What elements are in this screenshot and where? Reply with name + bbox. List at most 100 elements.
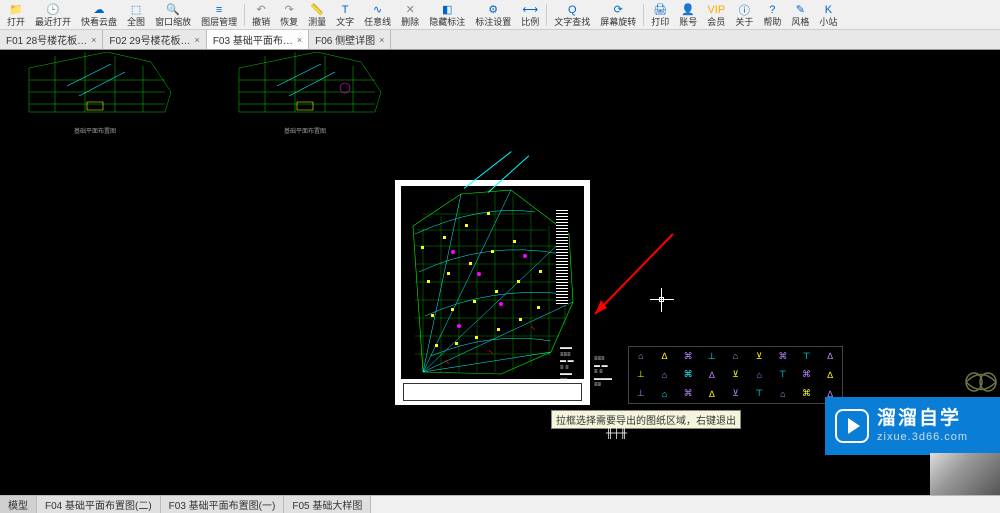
close-icon[interactable]: × bbox=[297, 35, 302, 45]
quick-cloud-label: 快看云盘 bbox=[81, 18, 117, 27]
layout-tab[interactable]: F05 基础大样图 bbox=[284, 496, 371, 513]
watermark-url: zixue.3d66.com bbox=[877, 431, 968, 444]
find-text-label: 文字查找 bbox=[554, 18, 590, 27]
recent-label: 最近打开 bbox=[35, 18, 71, 27]
help-button[interactable]: ?帮助 bbox=[758, 0, 786, 29]
close-icon[interactable]: × bbox=[91, 35, 96, 45]
rotate-button[interactable]: ⟳屏幕旋转 bbox=[595, 0, 641, 29]
style-button[interactable]: ✎风格 bbox=[786, 0, 814, 29]
tab-label: F01 28号楼花板… bbox=[6, 32, 87, 47]
open-label: 打开 bbox=[7, 18, 25, 27]
style-label: 风格 bbox=[791, 18, 809, 27]
redo-icon: ↷ bbox=[282, 3, 296, 17]
vip-label: 会员 bbox=[707, 18, 725, 27]
site-icon: K bbox=[821, 3, 835, 17]
document-tab[interactable]: F01 28号楼花板… × bbox=[0, 30, 103, 49]
document-tab[interactable]: F02 29号楼花板… × bbox=[103, 30, 206, 49]
hide-annot-icon: ◧ bbox=[440, 3, 454, 17]
account-label: 账号 bbox=[679, 18, 697, 27]
corner-photo bbox=[930, 453, 1000, 495]
detail-legend-grid: ⌂∆⌘ ⊥⌂⊻ ⌘⊤∆ ⊥⌂⌘ ∆⊻⌂ ⊤⌘∆ ⊥⌂⌘ ∆⊻⊤ ⌂⌘∆ bbox=[628, 346, 843, 404]
window-zoom-label: 窗口缩放 bbox=[155, 18, 191, 27]
main-toolbar: 📁打开🕒最近打开☁快看云盘⬚全图🔍窗口缩放≡图层管理↶撤销↷恢复📏测量T文字∿任… bbox=[0, 0, 1000, 30]
help-label: 帮助 bbox=[763, 18, 781, 27]
window-zoom-icon: 🔍 bbox=[166, 3, 180, 17]
about-button[interactable]: ⓘ关于 bbox=[730, 0, 758, 29]
layout-tabs: 模型F04 基础平面布置图(二)F03 基础平面布置图(一)F05 基础大样图 bbox=[0, 495, 1000, 513]
rotate-label: 屏幕旋转 bbox=[600, 18, 636, 27]
delete-icon: ✕ bbox=[403, 3, 417, 17]
tab-label: F03 基础平面布… bbox=[213, 32, 293, 47]
full-view-icon: ⬚ bbox=[129, 3, 143, 17]
rotate-icon: ⟳ bbox=[611, 3, 625, 17]
delete-button[interactable]: ✕删除 bbox=[396, 0, 424, 29]
scale-label: 比例 bbox=[521, 18, 539, 27]
account-button[interactable]: 👤账号 bbox=[674, 0, 702, 29]
knot-icon bbox=[962, 369, 1000, 395]
watermark-title: 溜溜自学 bbox=[877, 408, 968, 431]
print-button[interactable]: 🖨打印 bbox=[646, 0, 674, 29]
measure-button[interactable]: 📏测量 bbox=[303, 0, 331, 29]
layout-tab[interactable]: F04 基础平面布置图(二) bbox=[37, 496, 161, 513]
text-button[interactable]: T文字 bbox=[331, 0, 359, 29]
vip-button[interactable]: VIP会员 bbox=[702, 0, 730, 29]
toolbar-separator bbox=[546, 4, 547, 26]
open-icon: 📁 bbox=[9, 3, 23, 17]
polyline-button[interactable]: ∿任意线 bbox=[359, 0, 396, 29]
polyline-label: 任意线 bbox=[364, 18, 391, 27]
hide-annot-button[interactable]: ◧隐藏标注 bbox=[424, 0, 470, 29]
tab-label: F02 29号楼花板… bbox=[109, 32, 190, 47]
annotation-arrow bbox=[585, 228, 675, 328]
cad-cursor bbox=[650, 288, 674, 312]
find-text-icon: Q bbox=[565, 3, 579, 17]
about-label: 关于 bbox=[735, 18, 753, 27]
undo-icon: ↶ bbox=[254, 3, 268, 17]
full-view-label: 全图 bbox=[127, 18, 145, 27]
thumb-title-1: 基础平面布置图 bbox=[74, 126, 116, 135]
about-icon: ⓘ bbox=[737, 3, 751, 17]
print-icon: 🖨 bbox=[653, 3, 667, 17]
quick-cloud-button[interactable]: ☁快看云盘 bbox=[76, 0, 122, 29]
undo-button[interactable]: ↶撤销 bbox=[247, 0, 275, 29]
site-label: 小站 bbox=[819, 18, 837, 27]
hide-annot-label: 隐藏标注 bbox=[429, 18, 465, 27]
site-button[interactable]: K小站 bbox=[814, 0, 842, 29]
sheet-titleblock bbox=[403, 383, 582, 401]
toolbar-separator bbox=[244, 4, 245, 26]
close-icon[interactable]: × bbox=[195, 35, 200, 45]
annot-set-button[interactable]: ⚙标注设置 bbox=[470, 0, 516, 29]
thumb-plan-1: 基础平面布置图 bbox=[15, 52, 175, 135]
window-zoom-button[interactable]: 🔍窗口缩放 bbox=[150, 0, 196, 29]
recent-button[interactable]: 🕒最近打开 bbox=[30, 0, 76, 29]
toolbar-separator bbox=[643, 4, 644, 26]
measure-icon: 📏 bbox=[310, 3, 324, 17]
scale-button[interactable]: ⟷比例 bbox=[516, 0, 544, 29]
redo-button[interactable]: ↷恢复 bbox=[275, 0, 303, 29]
close-icon[interactable]: × bbox=[379, 35, 384, 45]
annot-set-icon: ⚙ bbox=[486, 3, 500, 17]
document-tab[interactable]: F06 侧壁详图× bbox=[309, 30, 391, 49]
document-tabs: F01 28号楼花板…×F02 29号楼花板…×F03 基础平面布…×F06 侧… bbox=[0, 30, 1000, 50]
print-label: 打印 bbox=[651, 18, 669, 27]
annot-set-label: 标注设置 bbox=[475, 18, 511, 27]
style-icon: ✎ bbox=[793, 3, 807, 17]
layout-tab[interactable]: F03 基础平面布置图(一) bbox=[161, 496, 285, 513]
redo-label: 恢复 bbox=[280, 18, 298, 27]
document-tab[interactable]: F03 基础平面布… × bbox=[207, 30, 309, 49]
full-view-button[interactable]: ⬚全图 bbox=[122, 0, 150, 29]
cad-canvas[interactable]: 基础平面布置图 基础平面布置图 bbox=[0, 50, 1000, 495]
account-icon: 👤 bbox=[681, 3, 695, 17]
polyline-icon: ∿ bbox=[371, 3, 385, 17]
open-button[interactable]: 📁打开 bbox=[2, 0, 30, 29]
layer-mgr-label: 图层管理 bbox=[201, 18, 237, 27]
text-label: 文字 bbox=[336, 18, 354, 27]
layer-mgr-icon: ≡ bbox=[212, 3, 226, 17]
thumb-title-2: 基础平面布置图 bbox=[284, 126, 326, 135]
vip-icon: VIP bbox=[709, 3, 723, 17]
legend-text-2: ≡≡≡▬ ▬≡ ≡▬▬▬≡≡ bbox=[594, 356, 630, 389]
scale-icon: ⟷ bbox=[523, 3, 537, 17]
layout-tab[interactable]: 模型 bbox=[0, 496, 37, 513]
layer-mgr-button[interactable]: ≡图层管理 bbox=[196, 0, 242, 29]
text-icon: T bbox=[338, 3, 352, 17]
find-text-button[interactable]: Q文字查找 bbox=[549, 0, 595, 29]
